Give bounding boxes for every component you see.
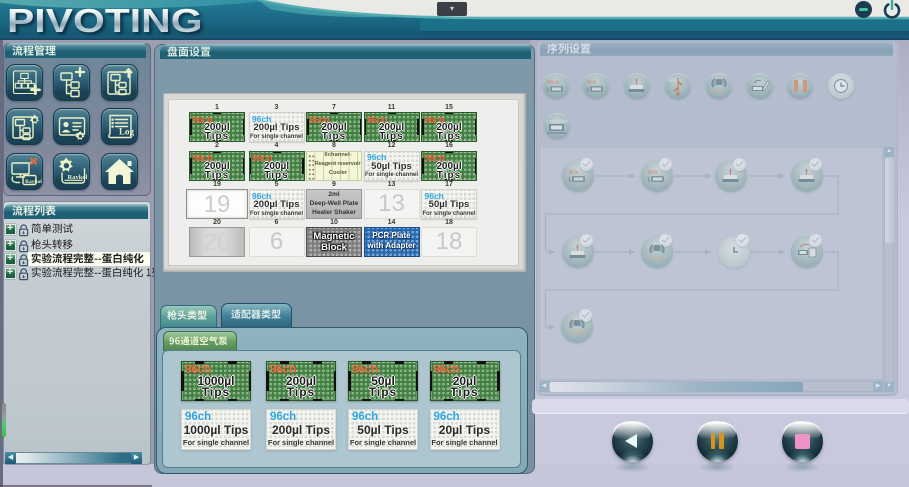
- svg-text:Raykol: Raykol: [25, 179, 42, 185]
- svg-text:Raykol: Raykol: [68, 174, 88, 181]
- svg-text:Log: Log: [119, 127, 135, 137]
